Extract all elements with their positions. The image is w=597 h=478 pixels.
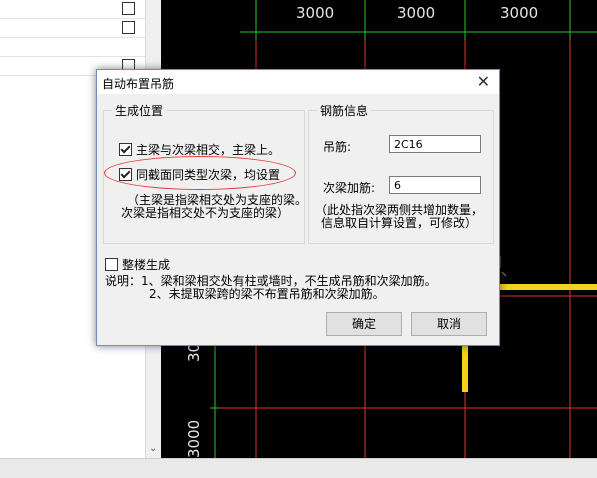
dim-label-top-2: 3000 [397, 4, 436, 22]
whole-floor-checkbox[interactable] [105, 258, 118, 271]
cancel-button[interactable]: 取消 [411, 312, 487, 336]
dialog-title: 自动布置吊筋 [102, 77, 175, 91]
rebar-note-line2: 信息取自计算设置，可修改） [321, 216, 478, 230]
dim-label-left-2: 3000 [185, 419, 203, 458]
row-checkbox[interactable] [122, 2, 135, 15]
ok-button[interactable]: 确定 [326, 312, 402, 336]
list-item[interactable] [0, 38, 145, 57]
property-list [0, 0, 145, 76]
highlight-ellipse [104, 156, 296, 190]
position-note: （主梁是指梁相交处为支座的梁。 次梁是指相交处不为支座的梁） [121, 194, 307, 220]
explanation-line2: 2、未提取梁跨的梁不布置吊筋和次梁加筋。 [149, 287, 385, 301]
position-group-title: 生成位置 [112, 102, 167, 119]
status-strip [0, 458, 597, 478]
hanger-label: 吊筋: [323, 140, 352, 154]
rebar-group-title: 钢筋信息 [317, 102, 372, 119]
dim-label-top-1: 3000 [296, 4, 335, 22]
beam-vertical [462, 340, 468, 392]
dialog-titlebar[interactable]: 自动布置吊筋 ✕ [97, 70, 499, 94]
dim-label-top-3: 3000 [500, 4, 539, 22]
list-item[interactable] [0, 0, 145, 19]
secondary-bar-input[interactable]: 6 [389, 176, 481, 194]
scroll-down-icon[interactable]: ⌄ [149, 443, 157, 454]
rebar-note: （此处指次梁两侧共增加数量， 信息取自计算设置，可修改） [315, 204, 483, 230]
hanger-input[interactable]: 2C16 [389, 135, 481, 153]
option-main-beam-checkbox[interactable] [119, 143, 132, 156]
secondary-bar-label: 次梁加筋: [323, 181, 376, 195]
whole-floor-option[interactable]: 整楼生成 [105, 256, 170, 273]
auto-hanger-dialog: 自动布置吊筋 ✕ 生成位置 主梁与次梁相交，主梁上。 同截面同类型次梁，均设置 … [96, 69, 500, 346]
axis-mark [501, 271, 507, 277]
whole-floor-label: 整楼生成 [122, 258, 171, 272]
beam-horizontal [498, 284, 597, 290]
row-checkbox[interactable] [122, 21, 135, 34]
close-icon[interactable]: ✕ [477, 72, 490, 91]
list-item[interactable] [0, 19, 145, 38]
position-note-line2: 次梁是指相交处不为支座的梁） [121, 206, 290, 220]
explanation: 说明：1、梁和梁相交处有柱或墙时，不生成吊筋和次梁加筋。 2、未提取梁跨的梁不布… [105, 275, 437, 301]
